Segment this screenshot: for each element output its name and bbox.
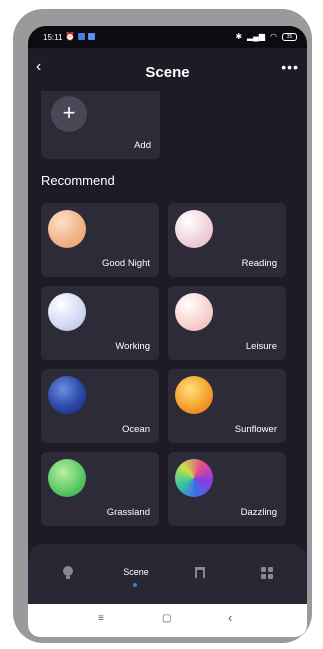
scene-card-good-night[interactable]: Good Night <box>41 203 159 277</box>
app-notification-icon <box>87 33 95 40</box>
plus-icon: + <box>51 96 87 132</box>
music-icon[interactable] <box>194 566 206 582</box>
scene-card-sunflower[interactable]: Sunflower <box>168 369 286 443</box>
scene-label: Grassland <box>106 507 150 518</box>
grid-icon[interactable] <box>261 567 273 582</box>
wifi-icon: ◠ <box>270 32 277 41</box>
active-tab-indicator <box>133 583 137 587</box>
scene-label: Dazzling <box>240 507 277 518</box>
scene-orb <box>175 459 213 497</box>
battery-icon: 35 <box>282 32 297 41</box>
scene-orb <box>48 210 86 248</box>
app-notification-icon <box>77 33 85 40</box>
alarm-icon: ⏰ <box>65 32 75 41</box>
scene-orb <box>48 376 86 414</box>
scene-card-leisure[interactable]: Leisure <box>168 286 286 360</box>
scene-label: Reading <box>241 258 277 269</box>
signal-icon: ▂▄▆ <box>247 32 266 41</box>
scene-orb <box>48 459 86 497</box>
scene-card-ocean[interactable]: Ocean <box>41 369 159 443</box>
scene-label: Leisure <box>245 341 277 352</box>
status-indicators: ✱ ▂▄▆ ◠ 35 <box>235 32 297 41</box>
scene-orb <box>48 293 86 331</box>
more-options-button[interactable]: ••• <box>281 59 299 75</box>
bottom-navigation: Scene <box>28 544 307 604</box>
status-time: 15:11 <box>43 33 63 42</box>
tab-scene[interactable]: Scene <box>116 567 156 577</box>
scene-label: Sunflower <box>234 424 277 435</box>
home-button[interactable]: ▢ <box>162 613 171 624</box>
back-nav-button[interactable]: ‹ <box>228 610 232 625</box>
recommend-title: Recommend <box>41 173 115 188</box>
page-title: Scene <box>145 64 190 81</box>
app-screen: 15:11 ⏰ ✱ ▂▄▆ ◠ 35 ‹ Scene ••• + Add Rec… <box>28 26 307 637</box>
scene-orb <box>175 376 213 414</box>
scene-orb <box>175 210 213 248</box>
scene-card-grassland[interactable]: Grassland <box>41 452 159 526</box>
notification-icons: ⏰ <box>65 32 95 41</box>
scene-orb <box>175 293 213 331</box>
scene-label: Working <box>115 341 150 352</box>
scene-card-dazzling[interactable]: Dazzling <box>168 452 286 526</box>
add-scene-card[interactable]: + Add <box>41 91 160 159</box>
status-bar: 15:11 ⏰ ✱ ▂▄▆ ◠ 35 <box>28 26 307 48</box>
add-label: Add <box>134 140 151 151</box>
bluetooth-icon: ✱ <box>235 32 243 41</box>
scene-label: Good Night <box>101 258 150 269</box>
bulb-icon[interactable] <box>62 566 74 583</box>
scene-card-working[interactable]: Working <box>41 286 159 360</box>
system-navigation-bar: ≡ ▢ ‹ <box>28 604 307 637</box>
scene-card-reading[interactable]: Reading <box>168 203 286 277</box>
scene-label: Ocean <box>122 424 150 435</box>
menu-button[interactable]: ≡ <box>98 613 104 624</box>
